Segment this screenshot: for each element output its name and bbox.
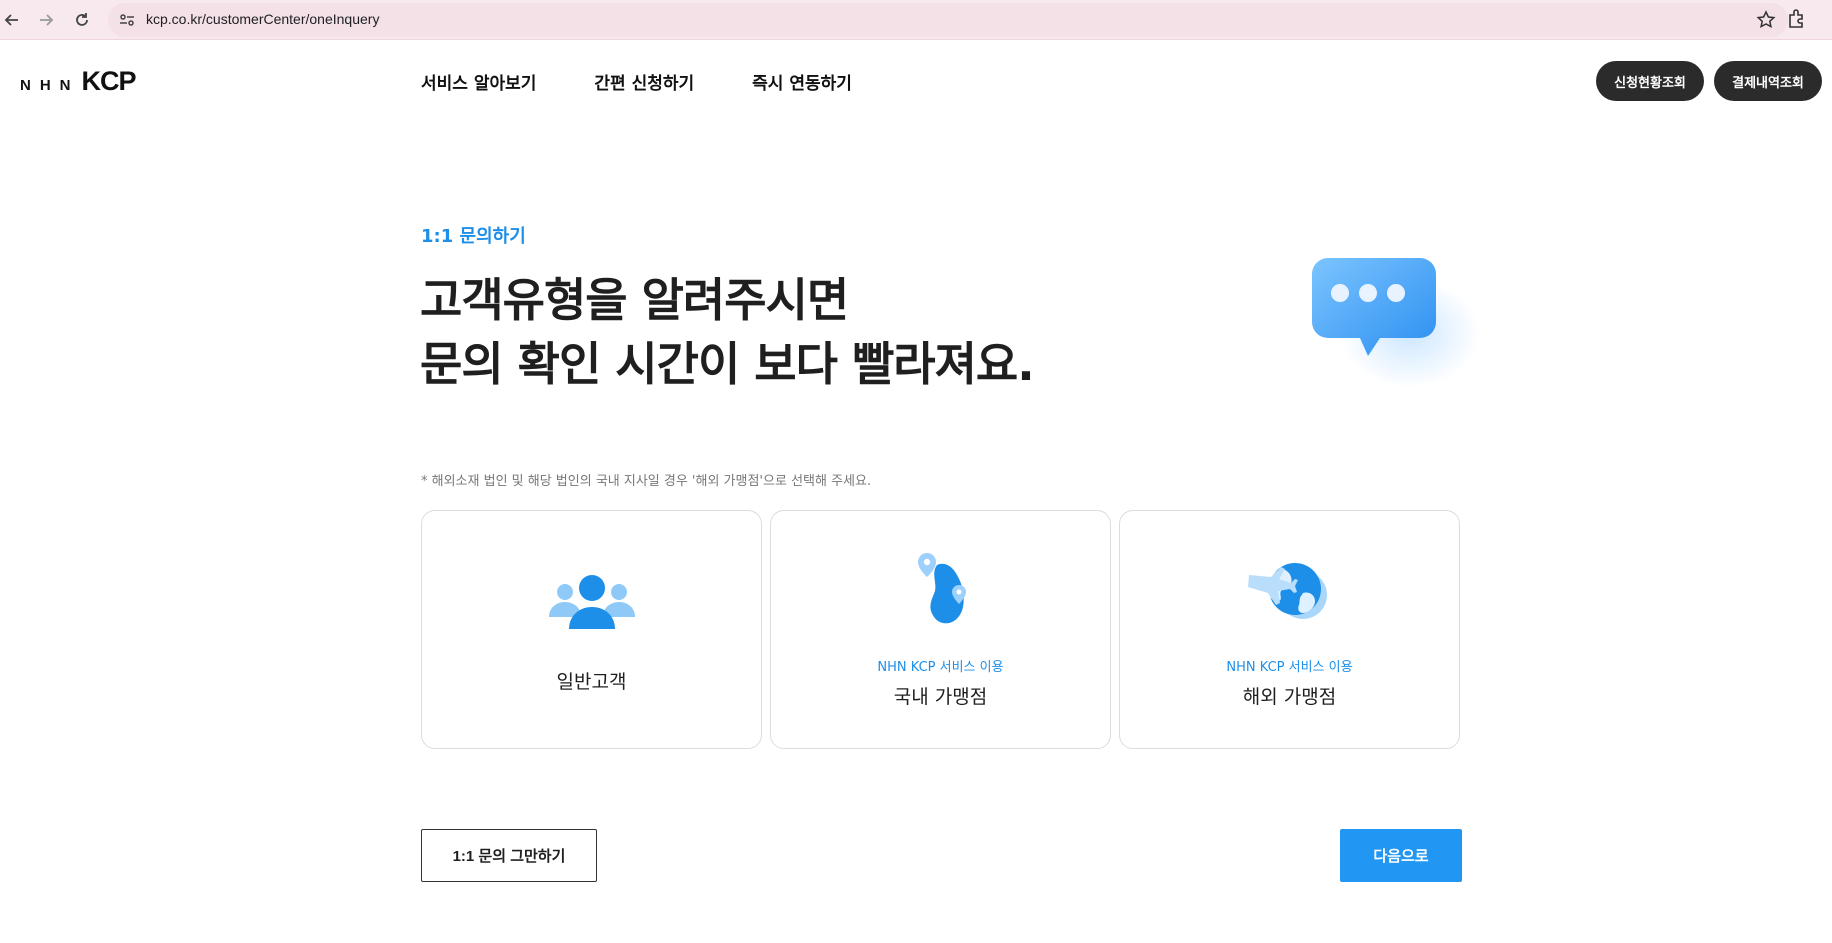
url-text: kcp.co.kr/customerCenter/oneInquery xyxy=(146,11,380,27)
stop-inquiry-button[interactable]: 1:1 문의 그만하기 xyxy=(421,829,597,882)
next-button[interactable]: 다음으로 xyxy=(1340,829,1462,882)
title-line-1: 고객유형을 알려주시면 xyxy=(420,273,849,327)
forward-icon[interactable] xyxy=(32,6,60,34)
chat-bubble-icon xyxy=(1300,248,1480,398)
back-icon[interactable] xyxy=(0,6,26,34)
browser-toolbar: kcp.co.kr/customerCenter/oneInquery xyxy=(0,0,1832,40)
nav-instant-integration[interactable]: 즉시 연동하기 xyxy=(752,69,852,94)
card-general-customer[interactable]: 일반고객 xyxy=(421,510,762,749)
globe-airplane-icon xyxy=(1245,559,1335,629)
logo-kcp-text: KCP xyxy=(81,66,137,96)
extensions-icon[interactable] xyxy=(1785,7,1809,31)
people-icon xyxy=(548,575,635,635)
application-status-button[interactable]: 신청현황조회 xyxy=(1596,61,1704,101)
site-info-icon[interactable] xyxy=(118,11,136,29)
star-icon[interactable] xyxy=(1756,10,1776,30)
title-line-2: 문의 확인 시간이 보다 빨라져요. xyxy=(420,337,1035,391)
main-nav: 서비스 알아보기 간편 신청하기 즉시 연동하기 xyxy=(421,69,852,94)
page-eyebrow: 1:1 문의하기 xyxy=(421,226,526,247)
card-overseas-merchant[interactable]: NHN KCP 서비스 이용 해외 가맹점 xyxy=(1119,510,1460,749)
card-subtitle: NHN KCP 서비스 이용 xyxy=(1226,660,1353,675)
card-subtitle: NHN KCP 서비스 이용 xyxy=(877,660,1004,675)
page-title: 고객유형을 알려주시면 문의 확인 시간이 보다 빨라져요. xyxy=(420,268,1035,396)
card-domestic-merchant[interactable]: NHN KCP 서비스 이용 국내 가맹점 xyxy=(770,510,1111,749)
address-bar[interactable]: kcp.co.kr/customerCenter/oneInquery xyxy=(108,3,1788,37)
logo-nhn-text: NHN xyxy=(20,77,80,94)
site-header: NHN KCP 서비스 알아보기 간편 신청하기 즉시 연동하기 신청현황조회 … xyxy=(0,41,1832,121)
card-title: 해외 가맹점 xyxy=(1242,686,1337,708)
card-title: 국내 가맹점 xyxy=(893,686,988,708)
nav-easy-apply[interactable]: 간편 신청하기 xyxy=(594,69,694,94)
korea-map-pin-icon xyxy=(911,551,971,631)
payment-history-button[interactable]: 결제내역조회 xyxy=(1714,61,1822,101)
card-title: 일반고객 xyxy=(556,671,627,693)
nav-service-intro[interactable]: 서비스 알아보기 xyxy=(421,69,536,94)
reload-icon[interactable] xyxy=(68,6,96,34)
nhn-kcp-logo[interactable]: NHN KCP xyxy=(20,66,137,97)
overseas-note: * 해외소재 법인 및 해당 법인의 국내 지사일 경우 '해외 가맹점'으로 … xyxy=(421,474,872,489)
